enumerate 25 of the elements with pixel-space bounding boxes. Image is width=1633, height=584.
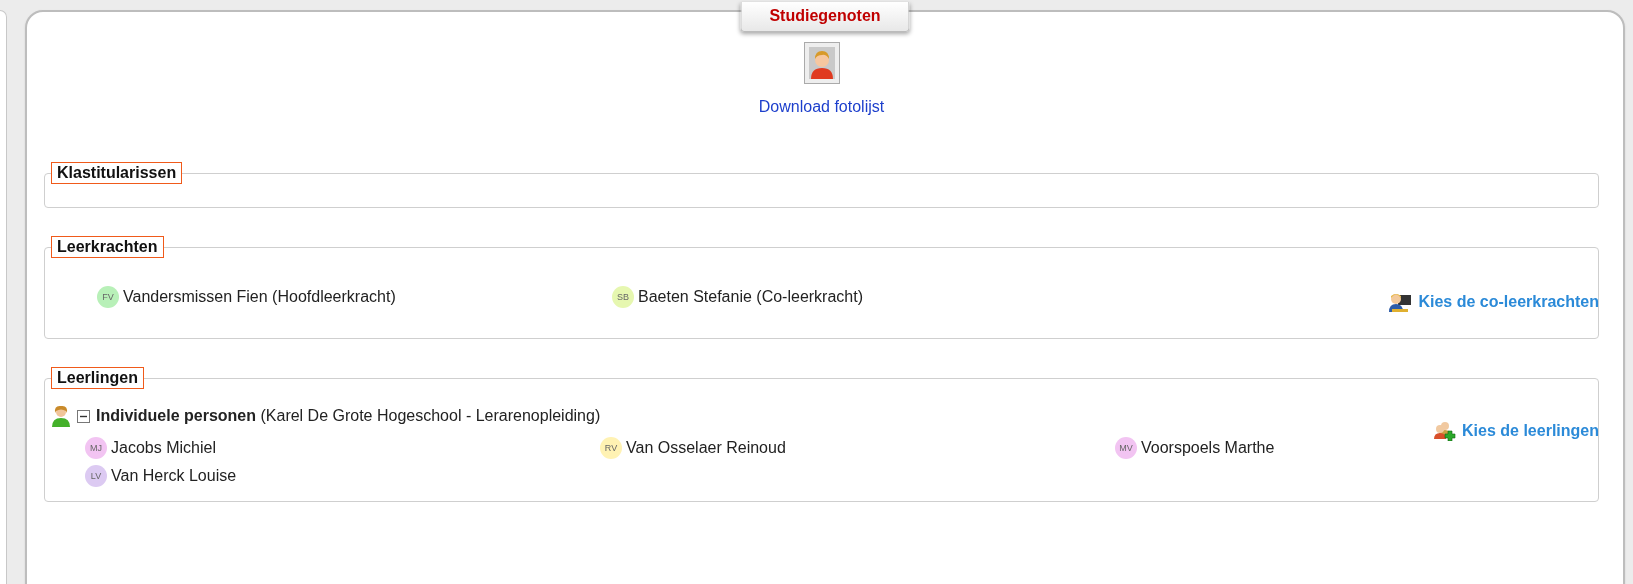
person-name: Van Osselaer Reinoud — [626, 439, 786, 457]
person-name: Baeten Stefanie (Co-leerkracht) — [638, 288, 863, 306]
portrait-icon[interactable] — [803, 42, 840, 84]
teacher-icon — [1388, 292, 1413, 312]
user-icon — [51, 405, 71, 427]
choose-link[interactable]: Kies de co-leerkrachten — [1388, 264, 1599, 312]
avatar-initials: MV — [1115, 437, 1137, 459]
panel-tab[interactable]: Studiegenoten — [740, 2, 910, 32]
section-title: Leerlingen — [51, 367, 144, 389]
group-label: Individuele personen (Karel De Grote Hogeschool - Lerarenopleiding) — [96, 407, 601, 425]
avatar-initials: RV — [600, 437, 622, 459]
avatar-initials: FV — [97, 286, 119, 308]
person-name: Jacobs Michiel — [111, 439, 216, 457]
choose-link[interactable]: Kies de leerlingen — [1434, 395, 1599, 441]
avatar-initials: SB — [612, 286, 634, 308]
collapse-icon[interactable] — [77, 409, 90, 423]
section-title: Klastitularissen — [51, 162, 183, 184]
person-name: Van Herck Louise — [111, 467, 237, 485]
add-users-icon — [1434, 421, 1457, 441]
person-name: Vandersmissen Fien (Hoofdleerkracht) — [123, 288, 396, 306]
person-name: Voorspoels Marthe — [1141, 439, 1275, 457]
section-title: Leerkrachten — [51, 236, 164, 258]
avatar-initials: MJ — [85, 437, 107, 459]
avatar-initials: LV — [85, 465, 107, 487]
download-link[interactable]: Download fotolijst — [758, 98, 885, 116]
